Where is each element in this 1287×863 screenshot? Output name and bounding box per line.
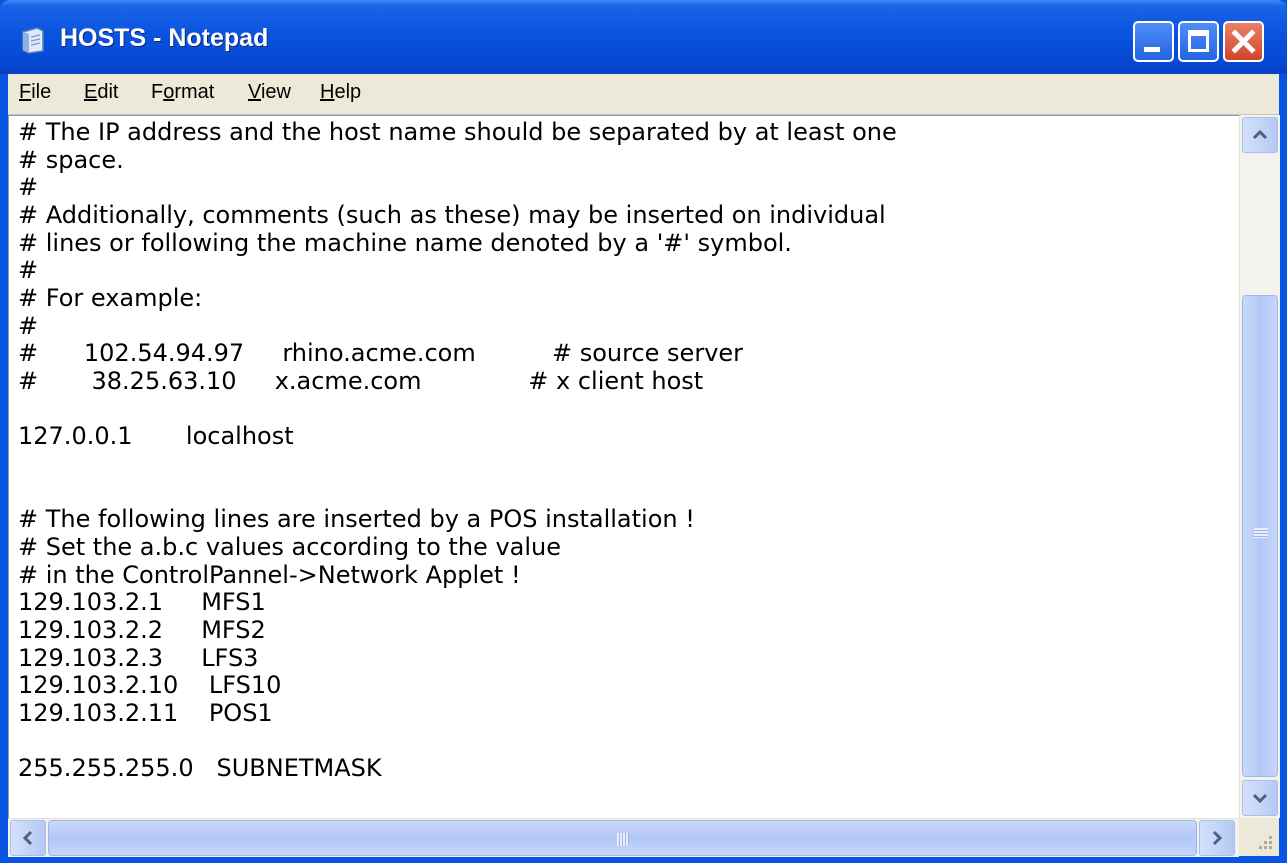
text-editor[interactable]: # The IP address and the host name shoul…	[8, 115, 1240, 819]
text-line: 129.103.2.11 POS1	[18, 699, 273, 727]
window-title: HOSTS - Notepad	[60, 24, 269, 52]
menu-rest: iew	[260, 81, 291, 103]
chevron-right-icon	[1212, 830, 1223, 846]
menu-help[interactable]: Help	[320, 81, 361, 104]
chevron-down-icon	[1252, 793, 1268, 804]
menu-accelerator: H	[320, 81, 335, 103]
scroll-right-button[interactable]	[1199, 820, 1235, 856]
text-line: # The following lines are inserted by a …	[18, 505, 695, 533]
text-line: #	[18, 256, 39, 284]
text-line: 129.103.2.10 LFS10	[18, 671, 282, 699]
menu-accelerator: E	[84, 81, 98, 103]
menu-accelerator: V	[248, 81, 261, 103]
horizontal-scroll-thumb[interactable]	[48, 820, 1197, 856]
close-icon	[1231, 29, 1256, 54]
grip-icon	[617, 833, 629, 846]
text-line: # lines or following the machine name de…	[18, 229, 792, 257]
grip-icon	[1254, 528, 1268, 538]
menu-edit[interactable]: Edit	[84, 81, 118, 104]
menu-rest: elp	[334, 81, 362, 103]
text-line: # For example:	[18, 284, 203, 312]
maximize-button[interactable]	[1178, 21, 1219, 62]
text-line: # 38.25.63.10 x.acme.com # x client host	[18, 367, 704, 395]
scroll-up-button[interactable]	[1242, 117, 1278, 153]
menu-view[interactable]: View	[248, 81, 291, 104]
text-line: 129.103.2.1 MFS1	[18, 588, 266, 616]
vertical-scrollbar[interactable]	[1239, 115, 1280, 818]
notepad-icon	[22, 27, 44, 54]
text-line: # 102.54.94.97 rhino.acme.com # source s…	[18, 339, 744, 367]
menu-accelerator: o	[163, 81, 175, 103]
maximize-icon	[1188, 30, 1209, 52]
minimize-button[interactable]	[1133, 21, 1174, 62]
resize-grip-icon[interactable]	[1239, 818, 1279, 856]
text-line: # The IP address and the host name shoul…	[18, 118, 897, 146]
menu-bar: File Edit Format View Help	[8, 74, 1279, 115]
menu-rest: dit	[97, 81, 119, 103]
text-line: # Additionally, comments (such as these)…	[18, 201, 886, 229]
close-button[interactable]	[1223, 21, 1264, 62]
menu-file[interactable]: File	[19, 81, 51, 104]
scroll-down-button[interactable]	[1242, 780, 1278, 816]
text-line: #	[18, 173, 39, 201]
text-line: # in the ControlPannel->Network Applet !	[18, 561, 521, 589]
menu-accelerator: F	[19, 81, 32, 103]
menu-rest: ile	[31, 81, 52, 103]
chevron-up-icon	[1252, 129, 1268, 140]
menu-prefix: F	[151, 81, 164, 103]
vertical-scroll-thumb[interactable]	[1242, 295, 1278, 777]
text-line: # space.	[18, 146, 124, 174]
text-line: #	[18, 312, 39, 340]
text-line: 255.255.255.0 SUBNETMASK	[18, 754, 382, 782]
scroll-left-button[interactable]	[10, 820, 46, 856]
minimize-icon	[1144, 47, 1160, 52]
chevron-left-icon	[22, 830, 33, 846]
text-line: 129.103.2.2 MFS2	[18, 616, 266, 644]
menu-rest: rmat	[174, 81, 215, 103]
text-line: 127.0.0.1 localhost	[18, 422, 294, 450]
text-line: 129.103.2.3 LFS3	[18, 644, 259, 672]
horizontal-scrollbar[interactable]	[8, 818, 1239, 857]
notepad-window: HOSTS - Notepad File Edit Format View He…	[0, 0, 1287, 863]
text-line: # Set the a.b.c values according to the …	[18, 533, 561, 561]
menu-format[interactable]: Format	[151, 81, 214, 104]
title-bar[interactable]: HOSTS - Notepad	[0, 0, 1287, 74]
